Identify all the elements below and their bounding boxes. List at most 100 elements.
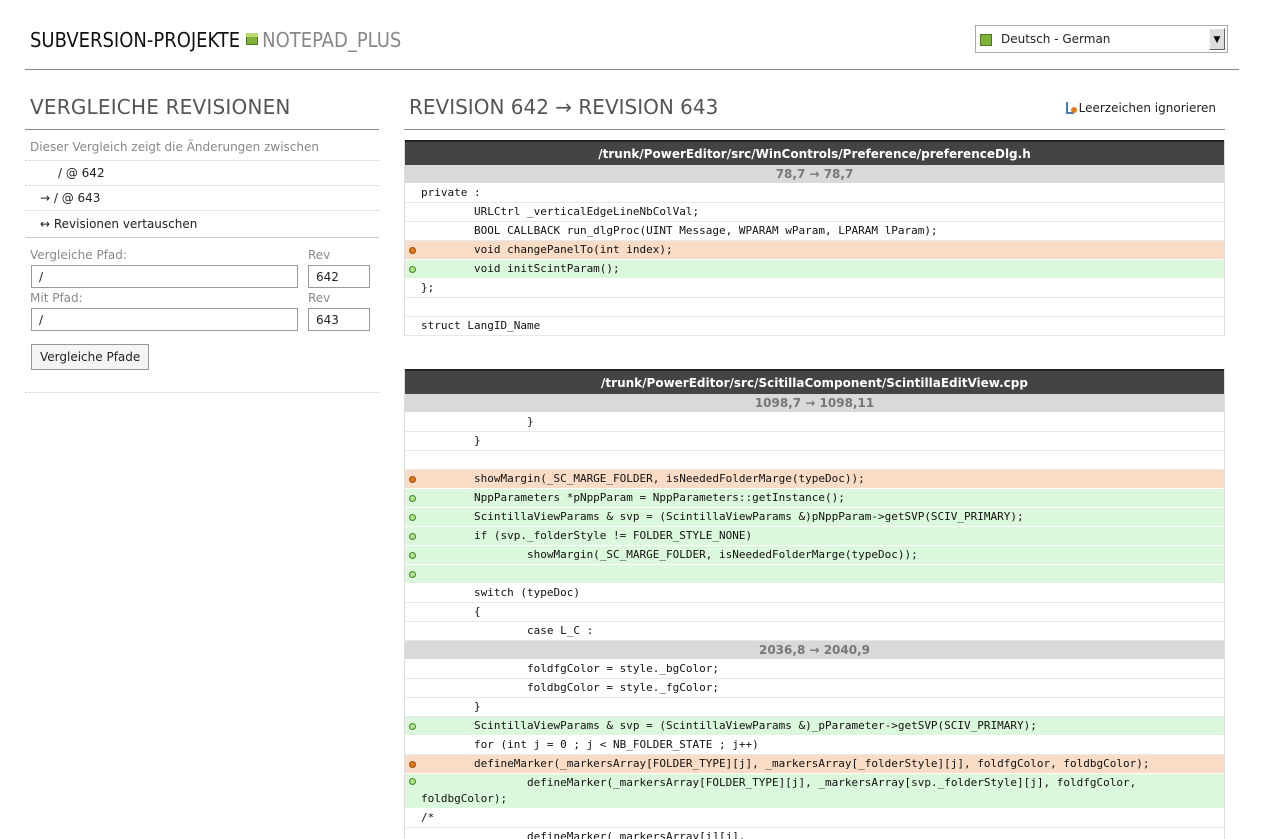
- context-line: struct LangID_Name: [405, 317, 1224, 336]
- diff-file-path[interactable]: /trunk/PowerEditor/src/WinControls/Prefe…: [405, 140, 1224, 165]
- compare-description: Dieser Vergleich zeigt die Änderungen zw…: [25, 130, 379, 161]
- plus-icon: [409, 514, 416, 521]
- code-text: defineMarker(_markersArray[FOLDER_TYPE][…: [421, 776, 1137, 805]
- added-line: if (svp._folderStyle != FOLDER_STYLE_NON…: [405, 527, 1224, 546]
- code-text: /*: [421, 811, 435, 824]
- project-name[interactable]: NOTEPAD_PLUS: [262, 28, 401, 52]
- code-text: URLCtrl _verticalEdgeLineNbColVal;: [421, 205, 700, 218]
- added-line: defineMarker(_markersArray[FOLDER_TYPE][…: [405, 774, 1224, 809]
- code-text: struct LangID_Name: [421, 319, 541, 332]
- ignore-whitespace-link[interactable]: Leerzeichen ignorieren: [1065, 101, 1216, 115]
- hunk-header: 2036,8 → 2040,9: [405, 641, 1224, 660]
- context-line: }: [405, 413, 1224, 432]
- context-line: private :: [405, 184, 1224, 203]
- removed-line: showMargin(_SC_MARGE_FOLDER, isNeededFol…: [405, 470, 1224, 489]
- code-text: NppParameters *pNppParam = NppParameters…: [421, 491, 845, 504]
- plus-icon: [409, 266, 416, 273]
- context-line: {: [405, 603, 1224, 622]
- code-text: ScintillaViewParams & svp = (ScintillaVi…: [421, 719, 1037, 732]
- sidebar-heading: VERGLEICHE REVISIONEN: [25, 90, 379, 130]
- plus-icon: [409, 778, 416, 785]
- diff-file: /trunk/PowerEditor/src/ScitillaComponent…: [404, 369, 1225, 839]
- page-title: SUBVERSION-PROJEKTE NOTEPAD_PLUS: [30, 28, 401, 52]
- code-text: defineMarker(_markersArray[FOLDER_TYPE][…: [421, 757, 1150, 770]
- plus-icon: [409, 552, 416, 559]
- code-text: void changePanelTo(int index);: [421, 243, 673, 256]
- diff-panel: REVISION 642 → REVISION 643 Leerzeichen …: [404, 90, 1225, 130]
- path2-label: Mit Pfad:: [30, 291, 83, 305]
- compare-sidebar: VERGLEICHE REVISIONEN Dieser Vergleich z…: [25, 90, 379, 393]
- context-line: [405, 451, 1224, 470]
- diff-header: REVISION 642 → REVISION 643 Leerzeichen …: [404, 90, 1225, 130]
- context-line: /*: [405, 809, 1224, 828]
- added-line: showMargin(_SC_MARGE_FOLDER, isNeededFol…: [405, 546, 1224, 565]
- rev1-label: Rev: [308, 248, 331, 262]
- hunk-header: 78,7 → 78,7: [405, 165, 1224, 184]
- to-revision[interactable]: → / @ 643: [25, 186, 379, 211]
- code-text: foldfgColor = style._bgColor;: [421, 662, 720, 675]
- context-line: [405, 298, 1224, 317]
- context-line: URLCtrl _verticalEdgeLineNbColVal;: [405, 203, 1224, 222]
- diff-file-path[interactable]: /trunk/PowerEditor/src/ScitillaComponent…: [405, 369, 1224, 394]
- code-text: };: [421, 281, 435, 294]
- context-line: case L_C :: [405, 622, 1224, 641]
- context-line: }: [405, 432, 1224, 451]
- code-text: defineMarker(_markersArray[i][j],: [421, 830, 746, 839]
- chevron-down-icon[interactable]: ▼: [1209, 28, 1225, 50]
- rev2-input[interactable]: [308, 308, 370, 331]
- added-line: [405, 565, 1224, 584]
- hunk-header: 1098,7 → 1098,11: [405, 394, 1224, 413]
- context-line: }: [405, 698, 1224, 717]
- diff-file: /trunk/PowerEditor/src/WinControls/Prefe…: [404, 140, 1225, 336]
- plus-icon: [409, 723, 416, 730]
- plus-icon: [409, 571, 416, 578]
- whitespace-icon: [1065, 102, 1077, 114]
- code-text: {: [421, 605, 481, 618]
- removed-line: void changePanelTo(int index);: [405, 241, 1224, 260]
- code-text: if (svp._folderStyle != FOLDER_STYLE_NON…: [421, 529, 753, 542]
- path1-label: Vergleiche Pfad:: [30, 248, 127, 262]
- diff-heading: REVISION 642 → REVISION 643: [409, 95, 719, 119]
- language-selected: Deutsch - German: [1001, 32, 1111, 46]
- rev1-input[interactable]: [308, 265, 370, 288]
- added-line: ScintillaViewParams & svp = (ScintillaVi…: [405, 717, 1224, 736]
- code-text: showMargin(_SC_MARGE_FOLDER, isNeededFol…: [421, 472, 865, 485]
- context-line: defineMarker(_markersArray[i][j],: [405, 828, 1224, 839]
- code-text: ScintillaViewParams & svp = (ScintillaVi…: [421, 510, 1024, 523]
- swap-revisions-link[interactable]: ↔ Revisionen vertauschen: [25, 211, 379, 238]
- code-text: for (int j = 0 ; j < NB_FOLDER_STATE ; j…: [421, 738, 759, 751]
- context-line: };: [405, 279, 1224, 298]
- minus-icon: [409, 476, 416, 483]
- path1-input[interactable]: [31, 265, 298, 288]
- path2-input[interactable]: [31, 308, 298, 331]
- context-line: BOOL CALLBACK run_dlgProc(UINT Message, …: [405, 222, 1224, 241]
- compare-paths-button[interactable]: Vergleiche Pfade: [31, 344, 150, 370]
- context-line: switch (typeDoc): [405, 584, 1224, 603]
- language-select[interactable]: Deutsch - German ▼: [975, 25, 1228, 53]
- rev2-label: Rev: [308, 291, 331, 305]
- plus-icon: [409, 495, 416, 502]
- language-cube-icon: [980, 34, 992, 46]
- code-text: foldbgColor = style._fgColor;: [421, 681, 720, 694]
- project-cube-icon: [246, 33, 259, 45]
- from-revision[interactable]: / @ 642: [25, 161, 379, 186]
- added-line: void initScintParam();: [405, 260, 1224, 279]
- code-text: showMargin(_SC_MARGE_FOLDER, isNeededFol…: [421, 548, 918, 561]
- code-text: BOOL CALLBACK run_dlgProc(UINT Message, …: [421, 224, 938, 237]
- code-text: }: [421, 434, 481, 447]
- minus-icon: [409, 247, 416, 254]
- added-line: NppParameters *pNppParam = NppParameters…: [405, 489, 1224, 508]
- code-text: case L_C :: [421, 624, 594, 637]
- ignore-whitespace-label: Leerzeichen ignorieren: [1078, 101, 1216, 115]
- context-line: for (int j = 0 ; j < NB_FOLDER_STATE ; j…: [405, 736, 1224, 755]
- code-text: }: [421, 700, 481, 713]
- plus-icon: [409, 533, 416, 540]
- code-text: private :: [421, 186, 481, 199]
- compare-paths-form: Vergleiche Pfad: Rev Mit Pfad: Rev Vergl…: [25, 238, 379, 393]
- page-header: SUBVERSION-PROJEKTE NOTEPAD_PLUS Deutsch …: [25, 0, 1239, 70]
- minus-icon: [409, 761, 416, 768]
- added-line: ScintillaViewParams & svp = (ScintillaVi…: [405, 508, 1224, 527]
- context-line: foldfgColor = style._bgColor;: [405, 660, 1224, 679]
- context-line: foldbgColor = style._fgColor;: [405, 679, 1224, 698]
- site-title[interactable]: SUBVERSION-PROJEKTE: [30, 28, 240, 52]
